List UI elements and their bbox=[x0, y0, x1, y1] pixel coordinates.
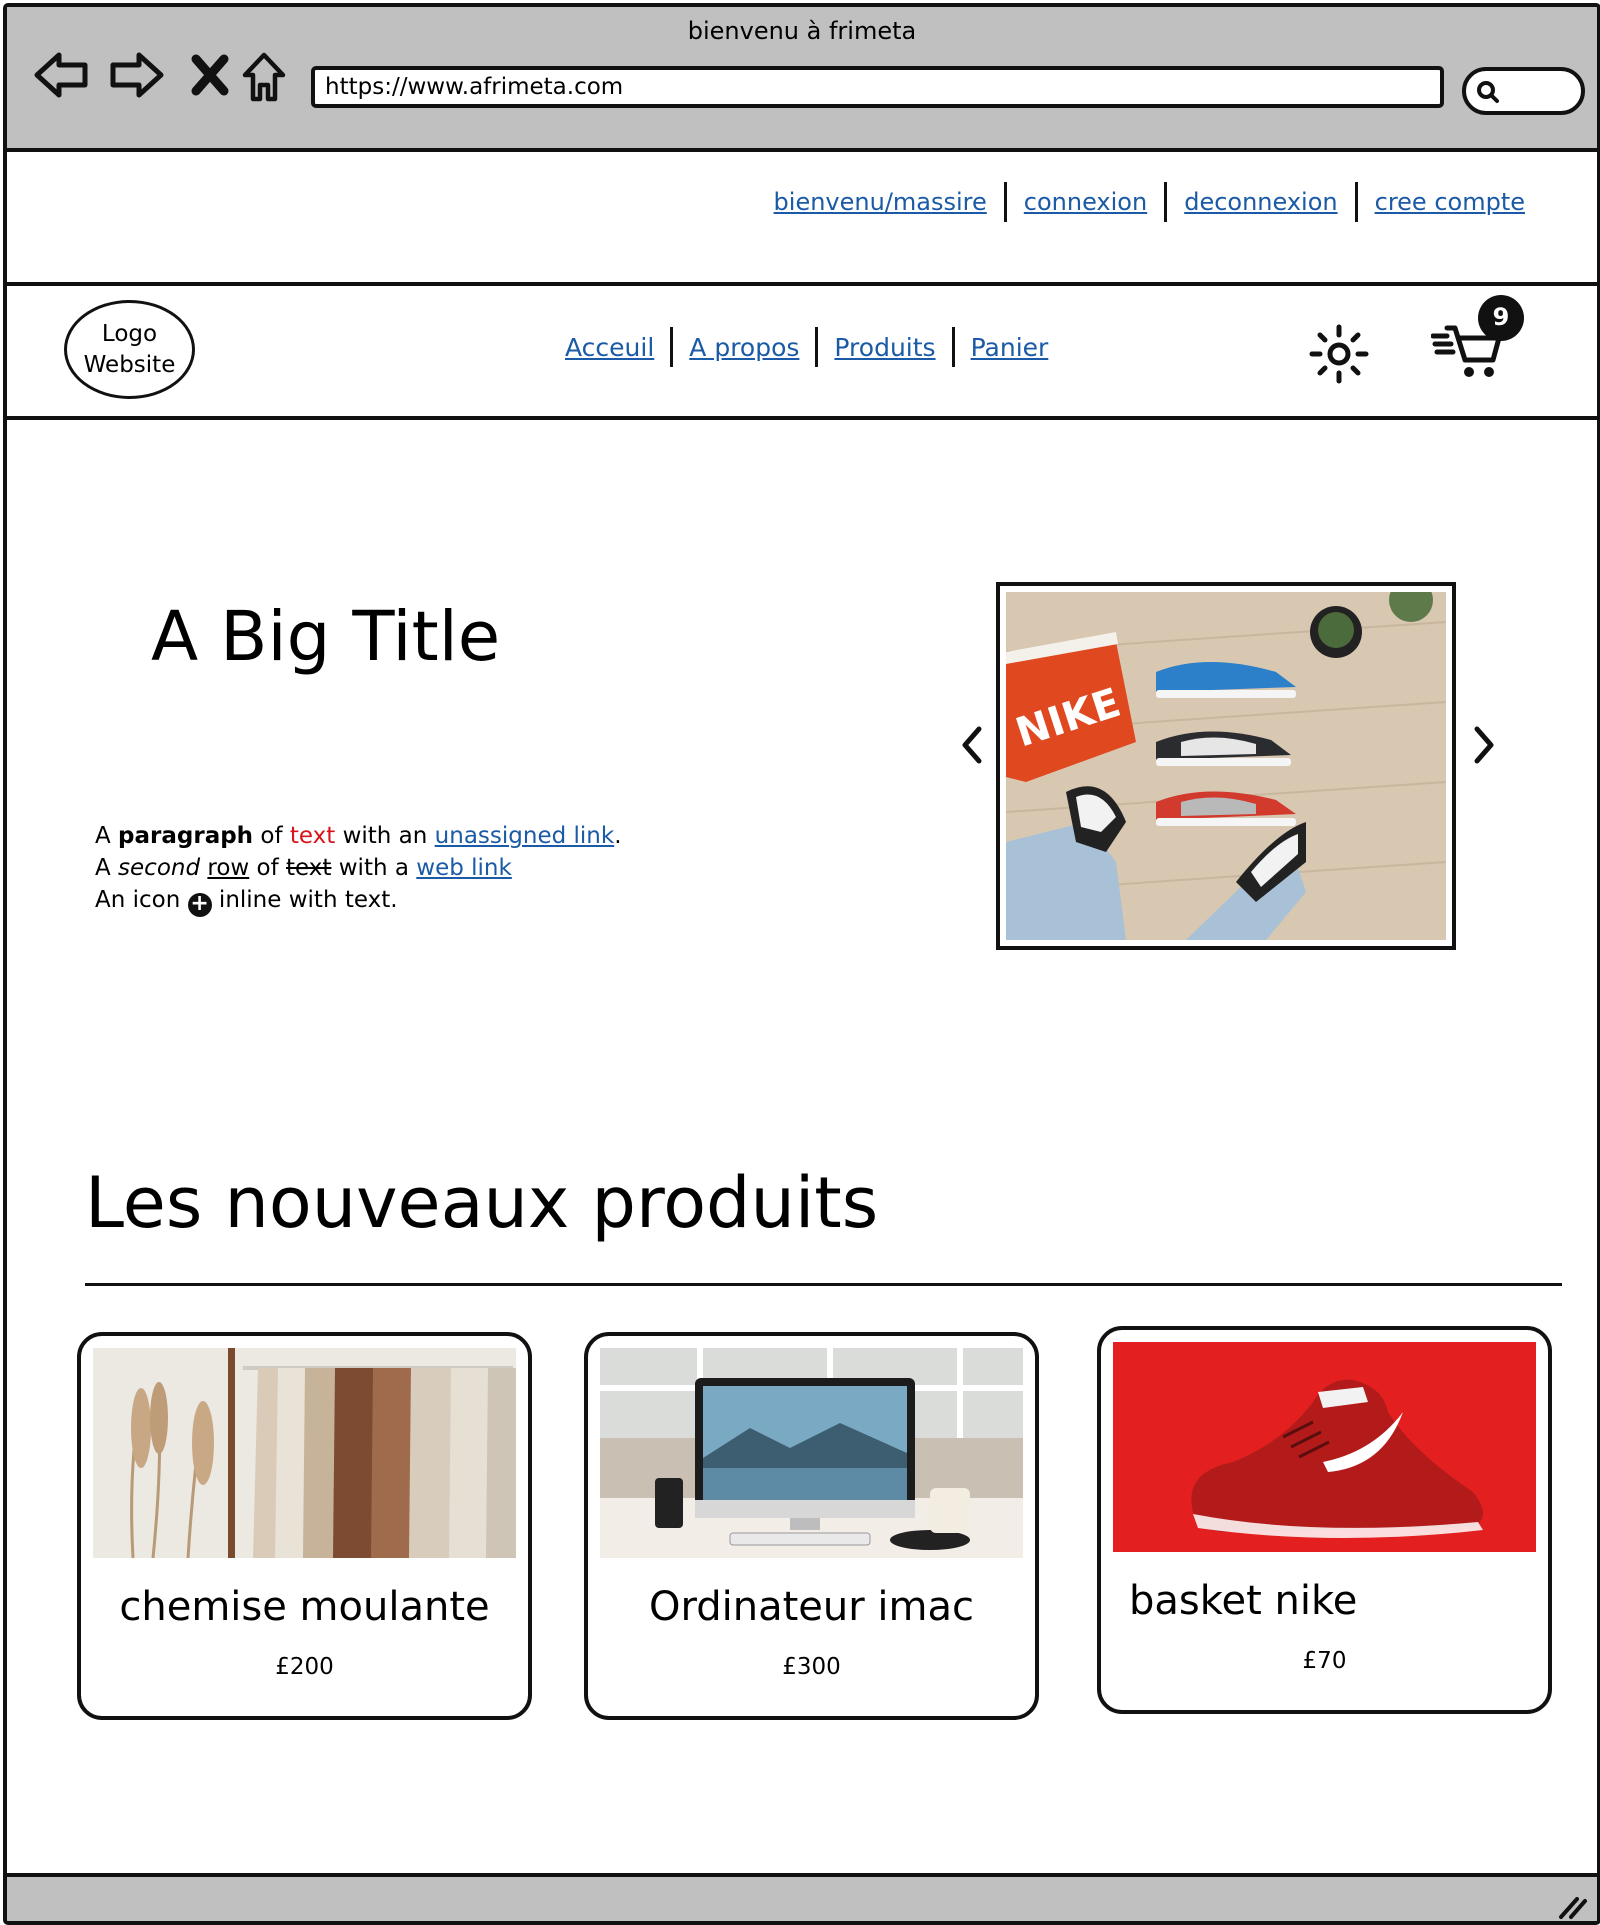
carousel-prev-chevron-icon[interactable] bbox=[957, 723, 987, 767]
product-price: £70 bbox=[1302, 1648, 1347, 1674]
link-welcome-user[interactable]: bienvenu/massire bbox=[774, 188, 987, 216]
nav-cart[interactable]: Panier bbox=[971, 333, 1049, 362]
text-span: . bbox=[614, 823, 622, 849]
plus-circle-icon: + bbox=[187, 893, 212, 917]
product-name: basket nike bbox=[1129, 1578, 1358, 1624]
text-span: of bbox=[249, 855, 287, 881]
carousel-next-chevron-icon[interactable] bbox=[1469, 723, 1499, 767]
text-span: with a bbox=[331, 855, 417, 881]
separator bbox=[1354, 182, 1358, 222]
product-image-clothes-rack bbox=[93, 1348, 516, 1558]
separator bbox=[670, 327, 674, 367]
account-links-bar: bienvenu/massire connexion deconnexion c… bbox=[7, 152, 1597, 286]
strikethrough-text: text bbox=[286, 855, 332, 881]
hero-title: A Big Title bbox=[151, 597, 501, 677]
site-logo[interactable]: Logo Website bbox=[64, 300, 195, 399]
paragraph-line-1: A paragraph of text with an unassigned l… bbox=[95, 820, 622, 852]
product-price: £200 bbox=[275, 1654, 334, 1680]
product-image-red-sneaker bbox=[1113, 1342, 1536, 1552]
link-logout[interactable]: deconnexion bbox=[1184, 188, 1337, 216]
italic-text: second bbox=[118, 855, 201, 881]
image-carousel: NIKE bbox=[996, 582, 1456, 950]
separator bbox=[815, 327, 819, 367]
browser-search-box[interactable] bbox=[1462, 67, 1585, 115]
logo-line-2: Website bbox=[83, 351, 176, 378]
text-span: An icon bbox=[95, 887, 188, 913]
text-span: A bbox=[95, 823, 119, 849]
cart-count-badge: 9 bbox=[1478, 295, 1524, 341]
browser-titlebar: bienvenu à frimeta https://www.afrimeta.… bbox=[7, 7, 1597, 152]
link-create-account[interactable]: cree compte bbox=[1375, 188, 1525, 216]
sneakers-carousel-image: NIKE bbox=[1006, 592, 1446, 940]
bold-text: paragraph bbox=[118, 823, 254, 849]
product-price: £300 bbox=[782, 1654, 841, 1680]
text-span: A bbox=[95, 855, 119, 881]
resize-grip-icon[interactable] bbox=[1555, 1891, 1589, 1921]
product-card[interactable]: chemise moulante £200 bbox=[77, 1332, 532, 1720]
text-span: inline with text. bbox=[211, 887, 398, 913]
main-navigation: Acceuil A propos Produits Panier bbox=[565, 327, 1048, 367]
browser-window: bienvenu à frimeta https://www.afrimeta.… bbox=[3, 3, 1600, 1925]
back-arrow-icon[interactable] bbox=[33, 47, 91, 105]
close-x-icon[interactable] bbox=[182, 47, 240, 105]
product-card[interactable]: basket nike £70 bbox=[1097, 1326, 1552, 1714]
section-title: Les nouveaux produits bbox=[85, 1162, 879, 1244]
window-title: bienvenu à frimeta bbox=[687, 17, 917, 45]
hero-paragraph: A paragraph of text with an unassigned l… bbox=[95, 820, 622, 917]
nav-products[interactable]: Produits bbox=[834, 333, 935, 362]
section-divider bbox=[85, 1283, 1562, 1286]
link-login[interactable]: connexion bbox=[1024, 188, 1147, 216]
nav-about[interactable]: A propos bbox=[689, 333, 799, 362]
browser-statusbar bbox=[7, 1873, 1597, 1921]
paragraph-line-2: A second row of text with a web link bbox=[95, 852, 622, 884]
red-text: text bbox=[289, 823, 336, 849]
product-name: chemise moulante bbox=[119, 1584, 490, 1630]
product-image-imac-desk bbox=[600, 1348, 1023, 1558]
separator bbox=[1003, 182, 1007, 222]
search-icon bbox=[1477, 81, 1499, 103]
theme-toggle-sun-icon[interactable] bbox=[1306, 321, 1372, 387]
product-name: Ordinateur imac bbox=[649, 1584, 974, 1630]
address-bar[interactable]: https://www.afrimeta.com bbox=[311, 66, 1444, 108]
underlined-text: row bbox=[207, 855, 250, 881]
web-link[interactable]: web link bbox=[416, 855, 512, 881]
separator bbox=[951, 327, 955, 367]
home-icon[interactable] bbox=[235, 47, 293, 105]
text-span: with an bbox=[335, 823, 435, 849]
paragraph-line-3: An icon + inline with text. bbox=[95, 884, 622, 917]
forward-arrow-icon[interactable] bbox=[107, 47, 165, 105]
text-span: of bbox=[253, 823, 290, 849]
logo-line-1: Logo bbox=[101, 320, 158, 347]
unassigned-link[interactable]: unassigned link bbox=[435, 823, 615, 849]
site-header: Logo Website Acceuil A propos Produits P… bbox=[7, 286, 1597, 420]
separator bbox=[1164, 182, 1168, 222]
product-card[interactable]: Ordinateur imac £300 bbox=[584, 1332, 1039, 1720]
nav-home[interactable]: Acceuil bbox=[565, 333, 654, 362]
